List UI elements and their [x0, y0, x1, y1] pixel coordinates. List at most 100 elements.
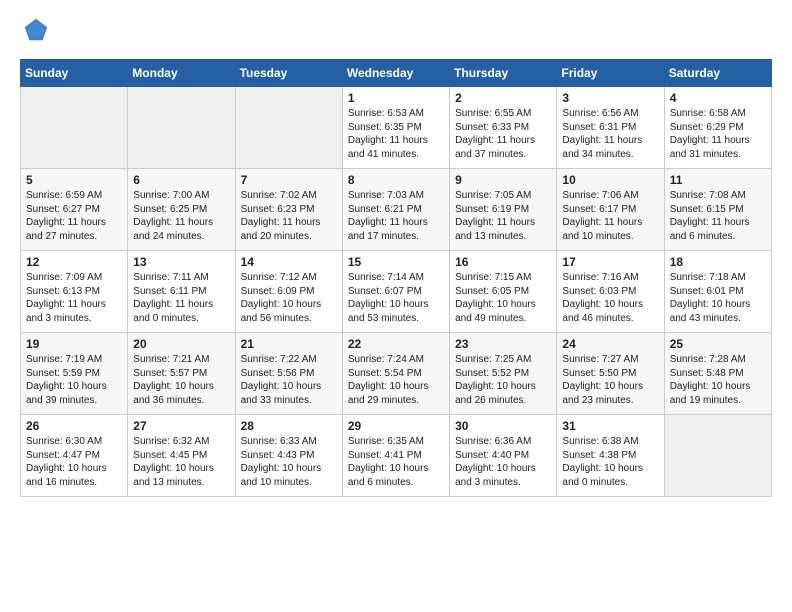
day-number: 16: [455, 255, 552, 269]
header-sunday: Sunday: [21, 60, 128, 87]
calendar-cell: 3 Sunrise: 6:56 AM Sunset: 6:31 PM Daylig…: [557, 87, 664, 169]
day-number: 7: [241, 173, 338, 187]
day-number: 24: [562, 337, 659, 351]
calendar-cell: 18 Sunrise: 7:18 AM Sunset: 6:01 PM Dayli…: [664, 251, 771, 333]
calendar-cell: [235, 87, 342, 169]
calendar-cell: [128, 87, 235, 169]
cell-content: Sunrise: 7:11 AM Sunset: 6:11 PM Dayligh…: [133, 271, 230, 325]
day-number: 12: [26, 255, 123, 269]
day-number: 30: [455, 419, 552, 433]
cell-content: Sunrise: 6:53 AM Sunset: 6:35 PM Dayligh…: [348, 107, 445, 161]
header-monday: Monday: [128, 60, 235, 87]
header-wednesday: Wednesday: [342, 60, 449, 87]
cell-content: Sunrise: 7:16 AM Sunset: 6:03 PM Dayligh…: [562, 271, 659, 325]
day-number: 15: [348, 255, 445, 269]
calendar-table: SundayMondayTuesdayWednesdayThursdayFrid…: [20, 59, 772, 497]
calendar-cell: 12 Sunrise: 7:09 AM Sunset: 6:13 PM Dayli…: [21, 251, 128, 333]
cell-content: Sunrise: 6:30 AM Sunset: 4:47 PM Dayligh…: [26, 435, 123, 489]
calendar-cell: 19Sunrise: 7:19 AM Sunset: 5:59 PM Dayli…: [21, 333, 128, 415]
cell-content: Sunrise: 7:12 AM Sunset: 6:09 PM Dayligh…: [241, 271, 338, 325]
day-number: 8: [348, 173, 445, 187]
calendar-cell: 30 Sunrise: 6:36 AM Sunset: 4:40 PM Dayli…: [450, 415, 557, 497]
calendar-cell: 17Sunrise: 7:16 AM Sunset: 6:03 PM Dayli…: [557, 251, 664, 333]
cell-content: Sunrise: 7:09 AM Sunset: 6:13 PM Dayligh…: [26, 271, 123, 325]
cell-content: Sunrise: 7:03 AM Sunset: 6:21 PM Dayligh…: [348, 189, 445, 243]
calendar-header-row: SundayMondayTuesdayWednesdayThursdayFrid…: [21, 60, 772, 87]
calendar-cell: [21, 87, 128, 169]
day-number: 9: [455, 173, 552, 187]
cell-content: Sunrise: 7:15 AM Sunset: 6:05 PM Dayligh…: [455, 271, 552, 325]
day-number: 6: [133, 173, 230, 187]
calendar-cell: 21 Sunrise: 7:22 AM Sunset: 5:56 PM Dayli…: [235, 333, 342, 415]
cell-content: Sunrise: 7:06 AM Sunset: 6:17 PM Dayligh…: [562, 189, 659, 243]
calendar-cell: 2 Sunrise: 6:55 AM Sunset: 6:33 PM Daylig…: [450, 87, 557, 169]
day-number: 2: [455, 91, 552, 105]
calendar-week-2: 5 Sunrise: 6:59 AM Sunset: 6:27 PM Daylig…: [21, 169, 772, 251]
cell-content: Sunrise: 7:25 AM Sunset: 5:52 PM Dayligh…: [455, 353, 552, 407]
calendar-week-3: 12 Sunrise: 7:09 AM Sunset: 6:13 PM Dayli…: [21, 251, 772, 333]
cell-content: Sunrise: 7:24 AM Sunset: 5:54 PM Dayligh…: [348, 353, 445, 407]
calendar-cell: 11Sunrise: 7:08 AM Sunset: 6:15 PM Dayli…: [664, 169, 771, 251]
cell-content: Sunrise: 7:14 AM Sunset: 6:07 PM Dayligh…: [348, 271, 445, 325]
cell-content: Sunrise: 7:05 AM Sunset: 6:19 PM Dayligh…: [455, 189, 552, 243]
cell-content: Sunrise: 6:36 AM Sunset: 4:40 PM Dayligh…: [455, 435, 552, 489]
calendar-cell: 23 Sunrise: 7:25 AM Sunset: 5:52 PM Dayli…: [450, 333, 557, 415]
calendar-cell: 25 Sunrise: 7:28 AM Sunset: 5:48 PM Dayli…: [664, 333, 771, 415]
calendar-cell: 14Sunrise: 7:12 AM Sunset: 6:09 PM Dayli…: [235, 251, 342, 333]
logo: [20, 16, 50, 49]
cell-content: Sunrise: 7:28 AM Sunset: 5:48 PM Dayligh…: [670, 353, 767, 407]
page: SundayMondayTuesdayWednesdayThursdayFrid…: [0, 0, 792, 513]
day-number: 31: [562, 419, 659, 433]
cell-content: Sunrise: 6:59 AM Sunset: 6:27 PM Dayligh…: [26, 189, 123, 243]
calendar-cell: 9 Sunrise: 7:05 AM Sunset: 6:19 PM Daylig…: [450, 169, 557, 251]
calendar-cell: [664, 415, 771, 497]
header: [20, 16, 772, 49]
day-number: 21: [241, 337, 338, 351]
day-number: 4: [670, 91, 767, 105]
cell-content: Sunrise: 6:58 AM Sunset: 6:29 PM Dayligh…: [670, 107, 767, 161]
calendar-cell: 4 Sunrise: 6:58 AM Sunset: 6:29 PM Daylig…: [664, 87, 771, 169]
cell-content: Sunrise: 6:55 AM Sunset: 6:33 PM Dayligh…: [455, 107, 552, 161]
calendar-cell: 10 Sunrise: 7:06 AM Sunset: 6:17 PM Dayli…: [557, 169, 664, 251]
day-number: 20: [133, 337, 230, 351]
day-number: 3: [562, 91, 659, 105]
calendar-cell: 8 Sunrise: 7:03 AM Sunset: 6:21 PM Daylig…: [342, 169, 449, 251]
header-thursday: Thursday: [450, 60, 557, 87]
day-number: 25: [670, 337, 767, 351]
day-number: 13: [133, 255, 230, 269]
cell-content: Sunrise: 7:00 AM Sunset: 6:25 PM Dayligh…: [133, 189, 230, 243]
calendar-cell: 24 Sunrise: 7:27 AM Sunset: 5:50 PM Dayli…: [557, 333, 664, 415]
cell-content: Sunrise: 7:21 AM Sunset: 5:57 PM Dayligh…: [133, 353, 230, 407]
cell-content: Sunrise: 6:32 AM Sunset: 4:45 PM Dayligh…: [133, 435, 230, 489]
calendar-cell: 1Sunrise: 6:53 AM Sunset: 6:35 PM Daylig…: [342, 87, 449, 169]
day-number: 5: [26, 173, 123, 187]
calendar-cell: 26Sunrise: 6:30 AM Sunset: 4:47 PM Dayli…: [21, 415, 128, 497]
cell-content: Sunrise: 6:38 AM Sunset: 4:38 PM Dayligh…: [562, 435, 659, 489]
calendar-cell: 13 Sunrise: 7:11 AM Sunset: 6:11 PM Dayli…: [128, 251, 235, 333]
day-number: 11: [670, 173, 767, 187]
day-number: 29: [348, 419, 445, 433]
day-number: 23: [455, 337, 552, 351]
day-number: 19: [26, 337, 123, 351]
cell-content: Sunrise: 6:33 AM Sunset: 4:43 PM Dayligh…: [241, 435, 338, 489]
header-saturday: Saturday: [664, 60, 771, 87]
day-number: 28: [241, 419, 338, 433]
calendar-cell: 16 Sunrise: 7:15 AM Sunset: 6:05 PM Dayli…: [450, 251, 557, 333]
cell-content: Sunrise: 7:27 AM Sunset: 5:50 PM Dayligh…: [562, 353, 659, 407]
calendar-cell: 27 Sunrise: 6:32 AM Sunset: 4:45 PM Dayli…: [128, 415, 235, 497]
calendar-week-1: 1Sunrise: 6:53 AM Sunset: 6:35 PM Daylig…: [21, 87, 772, 169]
calendar-week-5: 26Sunrise: 6:30 AM Sunset: 4:47 PM Dayli…: [21, 415, 772, 497]
calendar-cell: 29 Sunrise: 6:35 AM Sunset: 4:41 PM Dayli…: [342, 415, 449, 497]
calendar-cell: 15 Sunrise: 7:14 AM Sunset: 6:07 PM Dayli…: [342, 251, 449, 333]
cell-content: Sunrise: 6:56 AM Sunset: 6:31 PM Dayligh…: [562, 107, 659, 161]
calendar-cell: 5 Sunrise: 6:59 AM Sunset: 6:27 PM Daylig…: [21, 169, 128, 251]
cell-content: Sunrise: 7:22 AM Sunset: 5:56 PM Dayligh…: [241, 353, 338, 407]
cell-content: Sunrise: 7:18 AM Sunset: 6:01 PM Dayligh…: [670, 271, 767, 325]
day-number: 18: [670, 255, 767, 269]
logo-icon: [22, 16, 50, 44]
calendar-cell: 6 Sunrise: 7:00 AM Sunset: 6:25 PM Daylig…: [128, 169, 235, 251]
cell-content: Sunrise: 6:35 AM Sunset: 4:41 PM Dayligh…: [348, 435, 445, 489]
header-friday: Friday: [557, 60, 664, 87]
day-number: 27: [133, 419, 230, 433]
day-number: 10: [562, 173, 659, 187]
